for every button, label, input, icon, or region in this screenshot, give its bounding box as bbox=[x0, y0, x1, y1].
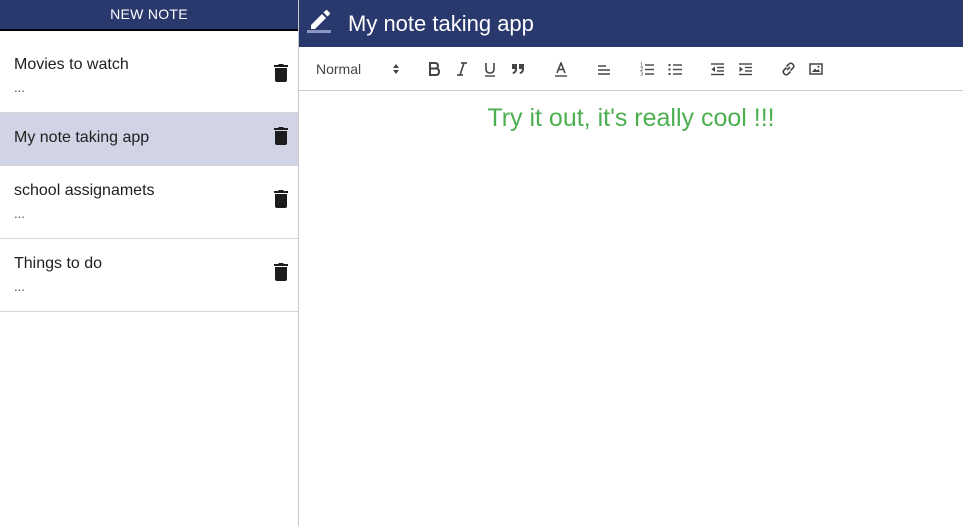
trash-icon[interactable] bbox=[274, 190, 288, 208]
bold-icon bbox=[429, 62, 440, 76]
svg-text:3: 3 bbox=[640, 72, 643, 77]
trash-icon[interactable] bbox=[274, 263, 288, 281]
bold-button[interactable] bbox=[427, 60, 441, 78]
note-title: Things to do bbox=[14, 255, 103, 272]
editor-header: My note taking app bbox=[299, 0, 963, 47]
italic-icon bbox=[457, 62, 467, 76]
editor-toolbar: Normal 1 2 3 bbox=[299, 47, 963, 91]
note-title-heading[interactable]: My note taking app bbox=[348, 11, 534, 37]
note-preview: ... bbox=[14, 80, 25, 95]
ordered-list-icon: 1 2 3 bbox=[640, 63, 654, 77]
link-button[interactable] bbox=[780, 60, 796, 78]
note-preview: ... bbox=[14, 279, 25, 294]
new-note-button[interactable]: NEW NOTE bbox=[0, 0, 298, 31]
note-item-movies[interactable]: Movies to watch ... bbox=[0, 40, 298, 113]
header-format-value: Normal bbox=[316, 61, 362, 77]
app: NEW NOTE Movies to watch ... My note tak… bbox=[0, 0, 963, 526]
note-item-school[interactable]: school assignamets ... bbox=[0, 166, 298, 239]
blockquote-button[interactable] bbox=[510, 60, 526, 78]
note-item-things-to-do[interactable]: Things to do ... bbox=[0, 239, 298, 312]
pencil-icon bbox=[307, 10, 331, 33]
ordered-list-button[interactable]: 1 2 3 bbox=[639, 60, 655, 78]
trash-icon[interactable] bbox=[274, 127, 288, 145]
outdent-button[interactable] bbox=[709, 60, 725, 78]
underline-icon bbox=[485, 62, 495, 77]
indent-icon bbox=[738, 63, 752, 76]
align-button[interactable] bbox=[596, 60, 612, 78]
text-color-button[interactable] bbox=[553, 60, 569, 78]
editor-content[interactable]: Try it out, it's really cool !!! bbox=[299, 104, 963, 133]
blockquote-icon bbox=[512, 64, 524, 74]
note-list: Movies to watch ... My note taking app s… bbox=[0, 40, 298, 312]
note-preview: ... bbox=[14, 206, 25, 221]
bullet-list-icon bbox=[668, 64, 682, 75]
note-item-note-taking-app[interactable]: My note taking app bbox=[0, 113, 298, 166]
indent-button[interactable] bbox=[737, 60, 753, 78]
align-icon bbox=[598, 65, 610, 75]
bullet-list-button[interactable] bbox=[667, 60, 683, 78]
trash-icon[interactable] bbox=[274, 64, 288, 82]
italic-button[interactable] bbox=[455, 60, 469, 78]
sidebar: NEW NOTE Movies to watch ... My note tak… bbox=[0, 0, 299, 526]
select-arrows-icon bbox=[393, 64, 399, 74]
image-icon bbox=[809, 63, 823, 75]
editor-area[interactable]: Try it out, it's really cool !!! bbox=[299, 92, 963, 526]
underline-button[interactable] bbox=[483, 60, 497, 78]
image-button[interactable] bbox=[808, 60, 824, 78]
note-title: My note taking app bbox=[14, 129, 150, 146]
header-format-select[interactable]: Normal bbox=[316, 61, 402, 79]
outdent-icon bbox=[710, 63, 724, 76]
note-title: Movies to watch bbox=[14, 56, 129, 73]
text-color-icon bbox=[555, 61, 567, 77]
note-title: school assignamets bbox=[14, 182, 155, 199]
link-icon bbox=[781, 62, 795, 76]
